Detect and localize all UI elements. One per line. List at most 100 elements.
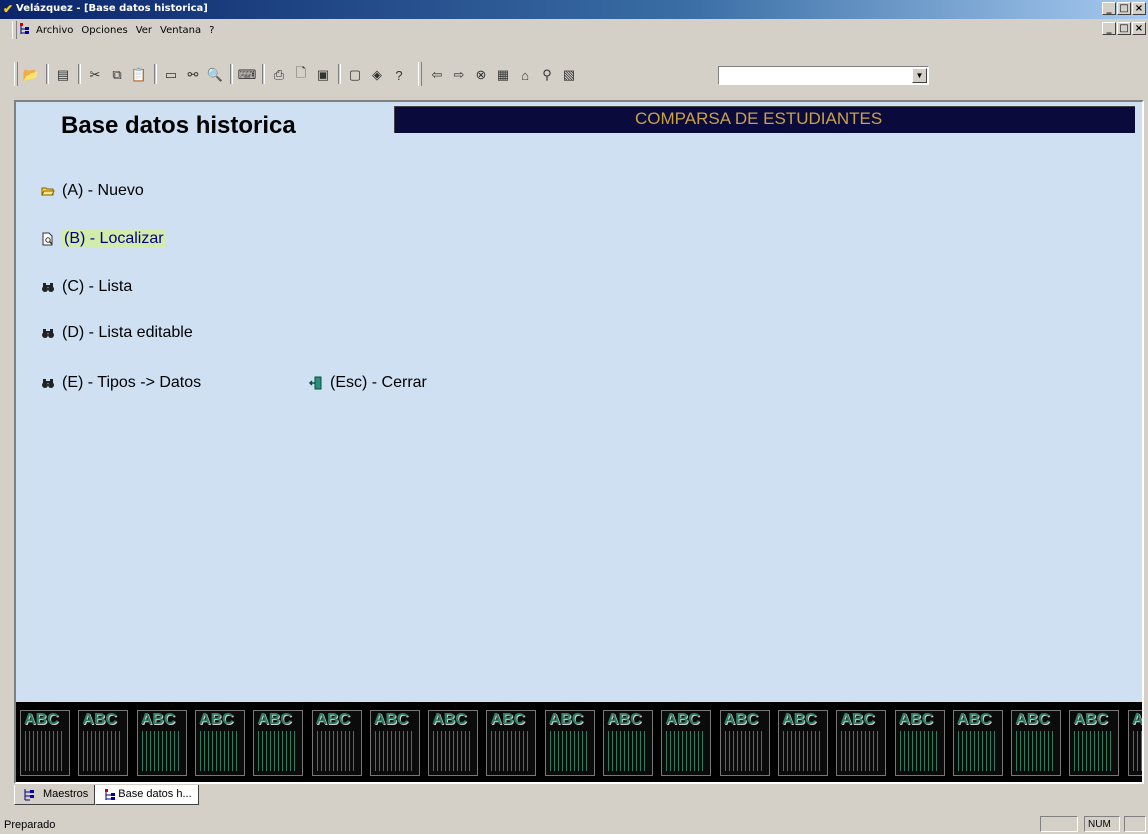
menu-bar: Archivo Opciones Ver Ventana ? _ □ × <box>0 21 1148 41</box>
abc-tile: ABC <box>1069 710 1120 776</box>
abc-tile: ABC <box>194 710 245 776</box>
menu-ver[interactable]: Ver <box>132 25 156 36</box>
abc-tile: ABC <box>836 710 887 776</box>
abc-tile-text: ABC <box>898 711 934 728</box>
option-localizar-label: (B) - Localizar <box>62 230 166 248</box>
abc-tile-grid <box>782 731 823 771</box>
properties-icon[interactable]: ▤ <box>52 64 74 86</box>
abc-tile-grid <box>724 731 765 771</box>
go-icon[interactable]: ▧ <box>558 64 580 86</box>
tree-doc-icon <box>20 23 29 34</box>
form-title: Base datos historica <box>61 112 296 139</box>
title-bar[interactable]: ✔ Velázquez - [Base datos historica] _ □… <box>0 0 1148 19</box>
abc-tile-grid <box>549 731 590 771</box>
zoom-icon[interactable]: 🔍 <box>204 64 226 86</box>
abc-tile: ABC <box>719 710 770 776</box>
option-cerrar[interactable]: (Esc) - Cerrar <box>308 374 427 392</box>
print-icon[interactable]: ⎙ <box>268 64 290 86</box>
menu-ventana[interactable]: Ventana <box>156 25 205 36</box>
abc-tile-grid <box>316 731 357 771</box>
toolbar-separator <box>46 64 49 84</box>
address-combo[interactable]: ▼ <box>718 66 929 85</box>
option-lista-editable[interactable]: (D) - Lista editable <box>40 324 193 342</box>
status-panel-empty <box>1040 816 1078 832</box>
status-text: Preparado <box>4 819 56 831</box>
minimize-button[interactable]: _ <box>1102 2 1116 15</box>
abc-tile-grid <box>491 731 532 771</box>
abc-tile-text: ABC <box>1015 711 1050 728</box>
abc-tile-text: ABC <box>1132 711 1142 729</box>
toolbar: 📂 ▤ ✂ ⧉ 📋 ▭ ⚯ 🔍 ⌨ ⎙ 🗋 ▣ ▢ ◈ ? ⇦ ⇨ ⊗ ▦ ⌂ … <box>0 60 1148 90</box>
home-icon[interactable]: ⌂ <box>514 64 536 86</box>
option-lista[interactable]: (C) - Lista <box>40 278 132 296</box>
abc-tile-grid <box>25 731 65 771</box>
keyboard-icon[interactable]: ⌨ <box>236 64 258 86</box>
tab-maestros-label: Maestros <box>43 788 89 800</box>
monitor-icon[interactable]: ▢ <box>344 64 366 86</box>
toolbar-separator <box>154 64 157 84</box>
mdi-minimize-button[interactable]: _ <box>1102 22 1116 35</box>
eraser-icon[interactable]: ◈ <box>366 64 388 86</box>
menu-help[interactable]: ? <box>205 25 218 36</box>
option-tipos-datos[interactable]: (E) - Tipos -> Datos <box>40 374 201 392</box>
abc-tile-grid <box>899 731 940 771</box>
abc-tile-text: ABC <box>723 711 759 728</box>
tab-maestros[interactable]: Maestros <box>14 785 96 805</box>
abc-tile: ABC <box>777 710 828 776</box>
status-bar: Preparado NUM <box>0 814 1148 834</box>
option-localizar[interactable]: (B) - Localizar <box>40 230 166 248</box>
toolbar-separator <box>78 64 81 84</box>
back-arrow-icon[interactable]: ⇦ <box>426 64 448 86</box>
toolbar-separator <box>338 64 341 84</box>
close-button[interactable]: × <box>1132 2 1146 15</box>
menu-archivo[interactable]: Archivo <box>32 25 77 36</box>
window-icon[interactable]: ▭ <box>160 64 182 86</box>
menubar-grip[interactable] <box>12 21 17 39</box>
abc-tile: ABC <box>311 710 362 776</box>
abc-tile-text: ABC <box>490 711 526 728</box>
forward-arrow-icon[interactable]: ⇨ <box>448 64 470 86</box>
help-icon[interactable]: ? <box>388 64 410 86</box>
abc-tile-grid <box>374 731 415 771</box>
abc-tile: ABC <box>894 710 945 776</box>
copy-icon[interactable]: ⧉ <box>106 64 128 86</box>
chevron-down-icon[interactable]: ▼ <box>912 68 927 83</box>
cut-icon[interactable]: ✂ <box>84 64 106 86</box>
abc-tile: ABC <box>428 710 479 776</box>
toolbar-grip[interactable] <box>14 62 18 86</box>
option-lista-editable-label: (D) - Lista editable <box>62 324 193 341</box>
binoculars-icon[interactable]: ⚯ <box>182 64 204 86</box>
print-preview-icon[interactable]: 🗋 <box>290 64 312 86</box>
abc-tile: ABC <box>544 710 595 776</box>
status-num-indicator: NUM <box>1084 816 1120 832</box>
mdi-close-button[interactable]: × <box>1132 22 1146 35</box>
abc-tile: ABC <box>78 710 129 776</box>
abc-tile: ABC <box>20 710 70 776</box>
velazquez-logo-icon: ✔ <box>3 2 14 16</box>
open-folder-icon[interactable]: 📂 <box>20 64 42 86</box>
maximize-button[interactable]: □ <box>1117 2 1131 15</box>
abc-tile-text: ABC <box>82 711 117 728</box>
abc-tile-text: ABC <box>198 711 234 728</box>
save-icon[interactable]: ▣ <box>312 64 334 86</box>
abc-tile-text: ABC <box>607 711 642 728</box>
tab-base-datos[interactable]: Base datos h... <box>95 785 199 805</box>
mdi-restore-button[interactable]: □ <box>1117 22 1131 35</box>
paste-icon[interactable]: 📋 <box>128 64 150 86</box>
binoculars-icon <box>40 279 56 295</box>
window-tabs: Maestros Base datos h... <box>14 785 199 807</box>
window-controls: _ □ × <box>1101 2 1146 15</box>
toolbar-grip[interactable] <box>418 62 422 86</box>
abc-tile: ABC <box>1011 710 1062 776</box>
option-nuevo[interactable]: (A) - Nuevo <box>40 182 144 200</box>
status-panel-scroll <box>1124 816 1146 832</box>
abc-tile-text: ABC <box>373 711 409 728</box>
menu-opciones[interactable]: Opciones <box>77 25 131 36</box>
abc-tile-text: ABC <box>840 711 875 728</box>
search-web-icon[interactable]: ⚲ <box>536 64 558 86</box>
document-search-icon <box>40 231 56 247</box>
refresh-icon[interactable]: ▦ <box>492 64 514 86</box>
abc-tile: ABC <box>603 710 653 776</box>
stop-icon[interactable]: ⊗ <box>470 64 492 86</box>
abc-tile-grid <box>1132 731 1142 771</box>
